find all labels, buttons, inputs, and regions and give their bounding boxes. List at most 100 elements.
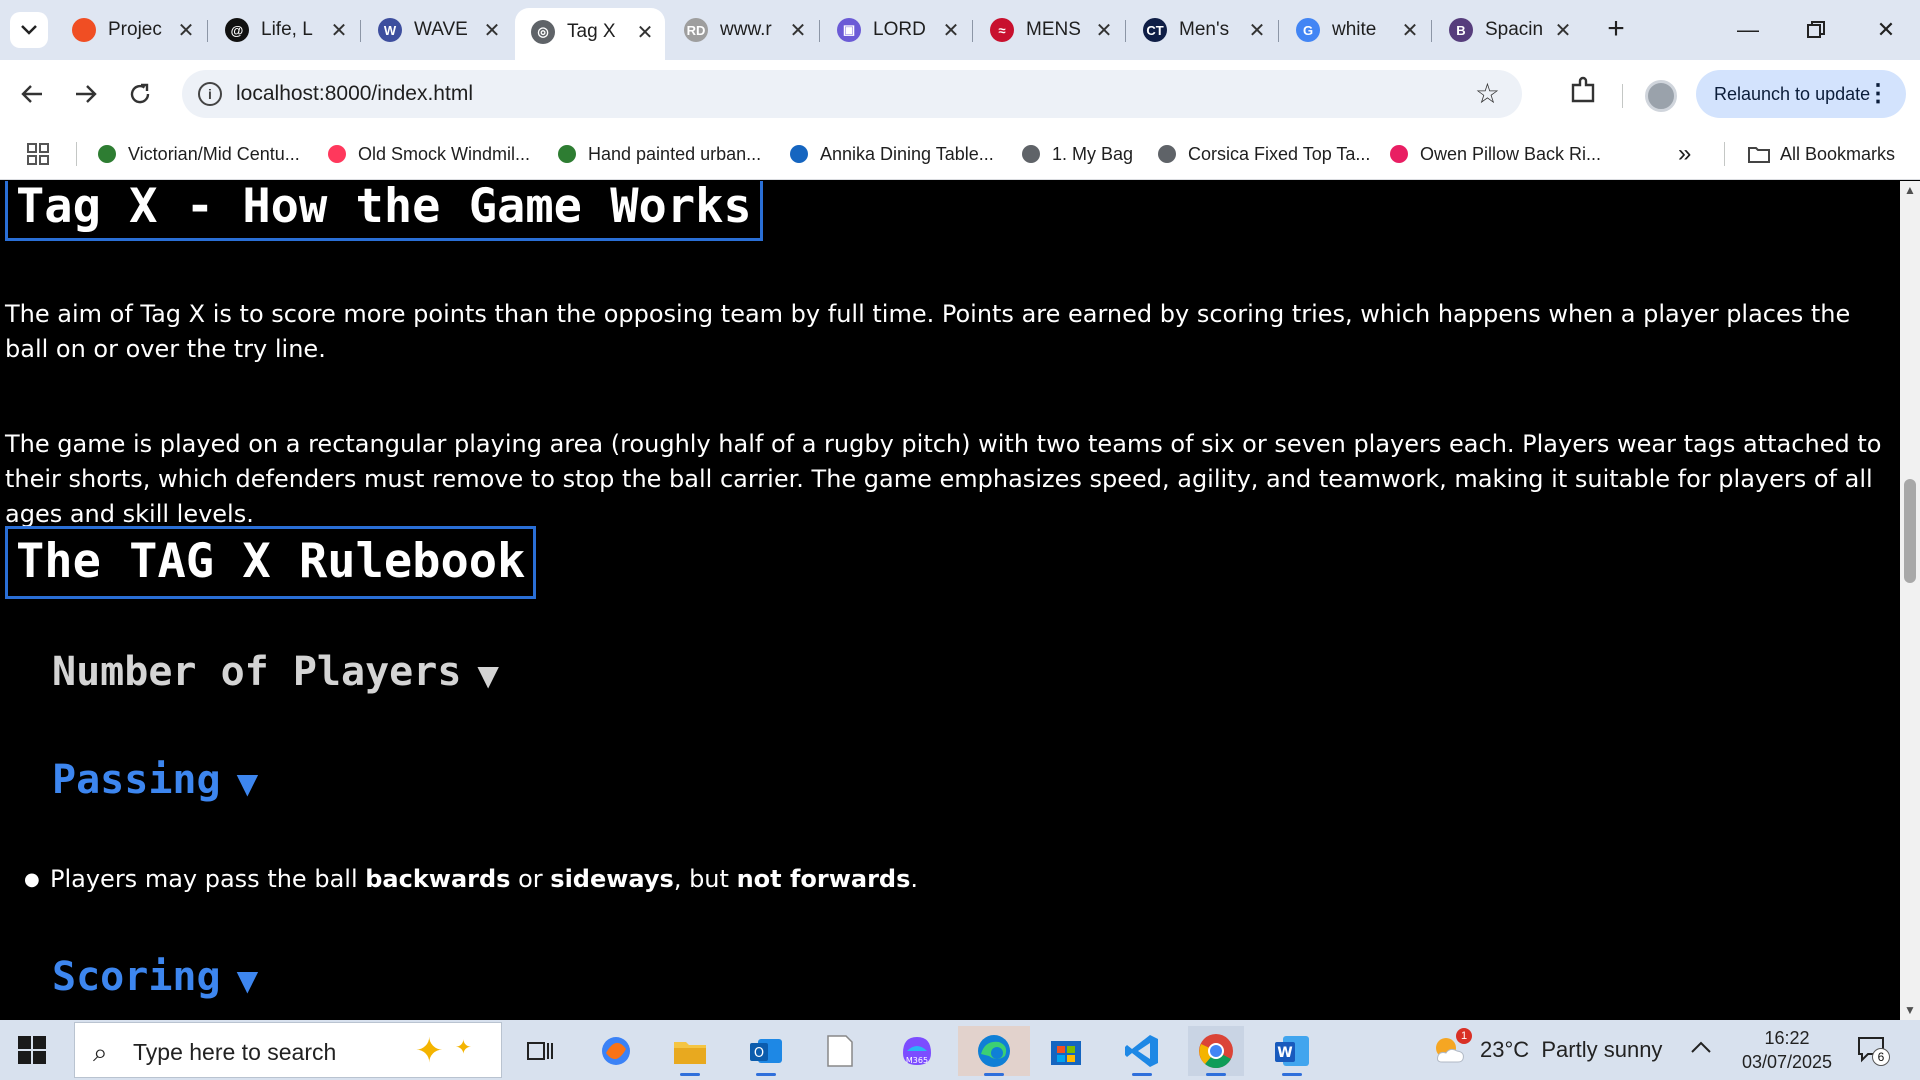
close-window-button[interactable]: ✕ <box>1862 10 1910 50</box>
tab-close-icon[interactable]: ✕ <box>635 20 655 45</box>
tab-title: www.r <box>720 19 772 40</box>
system-clock[interactable]: 16:22 03/07/2025 <box>1732 1026 1842 1074</box>
apps-grid-icon[interactable] <box>26 141 50 167</box>
windows-start-icon[interactable] <box>18 1036 46 1064</box>
tab-favicon-icon: W <box>378 18 402 42</box>
taskbar-search-box[interactable]: ⌕ Type here to search ✦ ✦ <box>74 1022 502 1078</box>
section-passing[interactable]: Passing ▼ <box>52 757 258 803</box>
section-title: Scoring <box>52 954 221 1000</box>
tab-0[interactable]: Projec ✕ <box>56 10 206 50</box>
tab-4[interactable]: RD www.r ✕ <box>668 10 818 50</box>
chrome-icon[interactable] <box>1188 1026 1244 1076</box>
caret-down-icon: ▼ <box>236 964 259 997</box>
tab-close-icon[interactable]: ✕ <box>1094 18 1114 43</box>
partly-sunny-icon: 1 <box>1432 1028 1472 1066</box>
profile-avatar[interactable] <box>1645 80 1677 112</box>
address-bar[interactable]: i localhost:8000/index.html ☆ <box>182 70 1522 118</box>
all-bookmarks-button[interactable]: All Bookmarks <box>1748 141 1895 167</box>
new-tab-button[interactable]: + <box>1600 14 1632 46</box>
outlook-icon[interactable]: O <box>738 1026 794 1076</box>
tab-close-icon[interactable]: ✕ <box>941 18 961 43</box>
tab-close-icon[interactable]: ✕ <box>1400 18 1420 43</box>
tab-separator <box>360 20 361 42</box>
tab-search-button[interactable] <box>10 12 48 48</box>
vscode-icon[interactable] <box>1114 1026 1170 1076</box>
m365-icon[interactable]: M365 <box>888 1026 944 1076</box>
tab-close-icon[interactable]: ✕ <box>329 18 349 43</box>
windows-taskbar: ⌕ Type here to search ✦ ✦ O M365 W 1 23°… <box>0 1020 1920 1080</box>
running-indicator <box>756 1073 776 1076</box>
edge-icon[interactable] <box>958 1026 1030 1076</box>
bookmark-favicon-icon <box>1388 143 1410 165</box>
bookmark-item[interactable]: 1. My Bag <box>1020 141 1133 167</box>
bookmark-item[interactable]: Victorian/Mid Centu... <box>96 141 300 167</box>
task-view-icon[interactable] <box>512 1026 568 1076</box>
page-scrollbar[interactable]: ▲ ▼ <box>1900 181 1920 1021</box>
tab-close-icon[interactable]: ✕ <box>1553 18 1573 43</box>
running-indicator <box>1132 1073 1152 1076</box>
rule-text: Players may pass the ball <box>50 865 366 893</box>
tab-3[interactable]: ◎ Tag X ✕ <box>515 8 665 60</box>
bookmark-label: Corsica Fixed Top Ta... <box>1188 143 1371 164</box>
back-button[interactable] <box>12 74 52 114</box>
clock-date: 03/07/2025 <box>1741 1052 1833 1072</box>
forward-button[interactable] <box>66 74 106 114</box>
running-indicator <box>1206 1073 1226 1076</box>
intro-paragraph: The aim of Tag X is to score more points… <box>5 300 1851 363</box>
tab-9[interactable]: B Spacin ✕ <box>1433 10 1583 50</box>
bookmark-label: Annika Dining Table... <box>820 143 994 164</box>
tab-favicon-icon: ◎ <box>531 20 555 44</box>
tab-close-icon[interactable]: ✕ <box>176 18 196 43</box>
tab-title: MENS <box>1026 19 1081 40</box>
reload-button[interactable] <box>120 74 160 114</box>
tab-7[interactable]: CT Men's ✕ <box>1127 10 1277 50</box>
extensions-icon[interactable] <box>1568 76 1600 108</box>
url-text[interactable]: localhost:8000/index.html <box>236 82 473 106</box>
restore-button[interactable] <box>1792 10 1840 50</box>
all-bookmarks-label: All Bookmarks <box>1780 143 1896 164</box>
tab-favicon-icon <box>72 18 96 42</box>
more-menu-icon[interactable]: ⋮ <box>1866 79 1890 108</box>
bookmark-item[interactable]: Annika Dining Table... <box>788 141 994 167</box>
bookmarks-bar: Victorian/Mid Centu... Old Smock Windmil.… <box>0 128 1920 180</box>
section-number-of-players[interactable]: Number of Players ▼ <box>52 649 499 695</box>
bookmark-favicon-icon <box>326 143 348 165</box>
bookmark-item[interactable]: Hand painted urban... <box>556 141 761 167</box>
bookmark-item[interactable]: Old Smock Windmil... <box>326 141 530 167</box>
rule-text: , but <box>673 865 737 893</box>
minimize-button[interactable]: — <box>1724 10 1772 50</box>
more-bookmarks-button[interactable]: » <box>1678 140 1691 167</box>
notification-center-icon[interactable]: 6 <box>1856 1034 1890 1066</box>
tab-2[interactable]: W WAVE ✕ <box>362 10 512 50</box>
word-icon[interactable]: W <box>1264 1026 1320 1076</box>
tab-1[interactable]: @ Life, L ✕ <box>209 10 359 50</box>
scroll-down-arrow[interactable]: ▼ <box>1904 1003 1916 1017</box>
rulebook-heading: The TAG X Rulebook <box>5 526 537 599</box>
bookmark-star-icon[interactable]: ☆ <box>1475 77 1500 110</box>
tab-8[interactable]: Gwhite ✕ <box>1280 10 1430 50</box>
copilot-sparkle-icon: ✦ <box>415 1032 444 1070</box>
chevron-up-icon[interactable] <box>1690 1034 1712 1060</box>
copilot-app-icon[interactable] <box>588 1026 644 1076</box>
relaunch-button[interactable]: Relaunch to update ⋮ <box>1696 70 1906 118</box>
scrollbar-thumb[interactable] <box>1904 479 1916 583</box>
caret-down-icon: ▼ <box>477 659 499 692</box>
scroll-up-arrow[interactable]: ▲ <box>1904 183 1916 197</box>
bookmark-item[interactable]: Owen Pillow Back Ri... <box>1388 141 1601 167</box>
weather-widget[interactable]: 1 23°C Partly sunny <box>1432 1028 1662 1066</box>
microsoft-store-icon[interactable] <box>1038 1026 1094 1076</box>
file-explorer-icon[interactable] <box>662 1026 718 1076</box>
tab-close-icon[interactable]: ✕ <box>1247 18 1267 43</box>
tab-5[interactable]: ▣ LORD ✕ <box>821 10 971 50</box>
bookmark-item[interactable]: Corsica Fixed Top Ta... <box>1156 141 1370 167</box>
tab-close-icon[interactable]: ✕ <box>482 18 502 43</box>
folder-icon <box>1748 143 1770 165</box>
chevron-down-icon <box>21 25 37 35</box>
running-indicator <box>984 1073 1004 1076</box>
notepad-icon[interactable] <box>812 1026 868 1076</box>
tab-favicon-icon: ≈ <box>990 18 1014 42</box>
site-info-icon[interactable]: i <box>198 82 222 106</box>
section-scoring[interactable]: Scoring ▼ <box>52 954 258 1000</box>
tab-6[interactable]: ≈ MENS ✕ <box>974 10 1124 50</box>
tab-close-icon[interactable]: ✕ <box>788 18 808 43</box>
